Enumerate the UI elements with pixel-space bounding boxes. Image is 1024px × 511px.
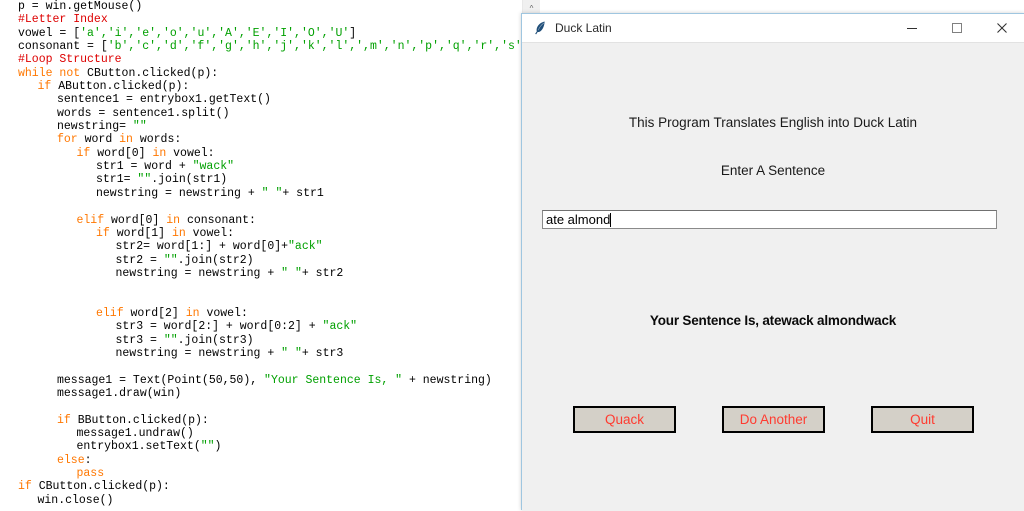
duck-latin-window: Duck Latin This Program Translates Engli… (521, 13, 1024, 511)
feather-quill-icon (535, 21, 545, 35)
window-close-button[interactable] (979, 14, 1024, 42)
sentence-entry-value: ate almond (546, 212, 611, 227)
close-icon (996, 23, 1007, 33)
graphics-canvas: This Program Translates English into Duc… (522, 43, 1024, 511)
window-maximize-button[interactable] (934, 14, 979, 42)
code-line: p = win.getMouse() (18, 0, 143, 13)
minimize-icon (906, 28, 917, 29)
window-title-bar[interactable]: Duck Latin (522, 14, 1024, 43)
do-another-button[interactable]: Do Another (722, 406, 825, 433)
window-title-text: Duck Latin (555, 21, 612, 35)
maximize-icon (951, 23, 962, 33)
window-minimize-button[interactable] (889, 14, 934, 42)
text-caret (610, 212, 612, 227)
result-message-text: Your Sentence Is, atewack almondwack (649, 313, 897, 328)
sentence-entry-field[interactable]: ate almond (542, 210, 997, 229)
prompt-text: Enter A Sentence (720, 163, 826, 178)
heading-text: This Program Translates English into Duc… (628, 115, 918, 130)
quit-button[interactable]: Quit (871, 406, 974, 433)
quack-button[interactable]: Quack (573, 406, 676, 433)
